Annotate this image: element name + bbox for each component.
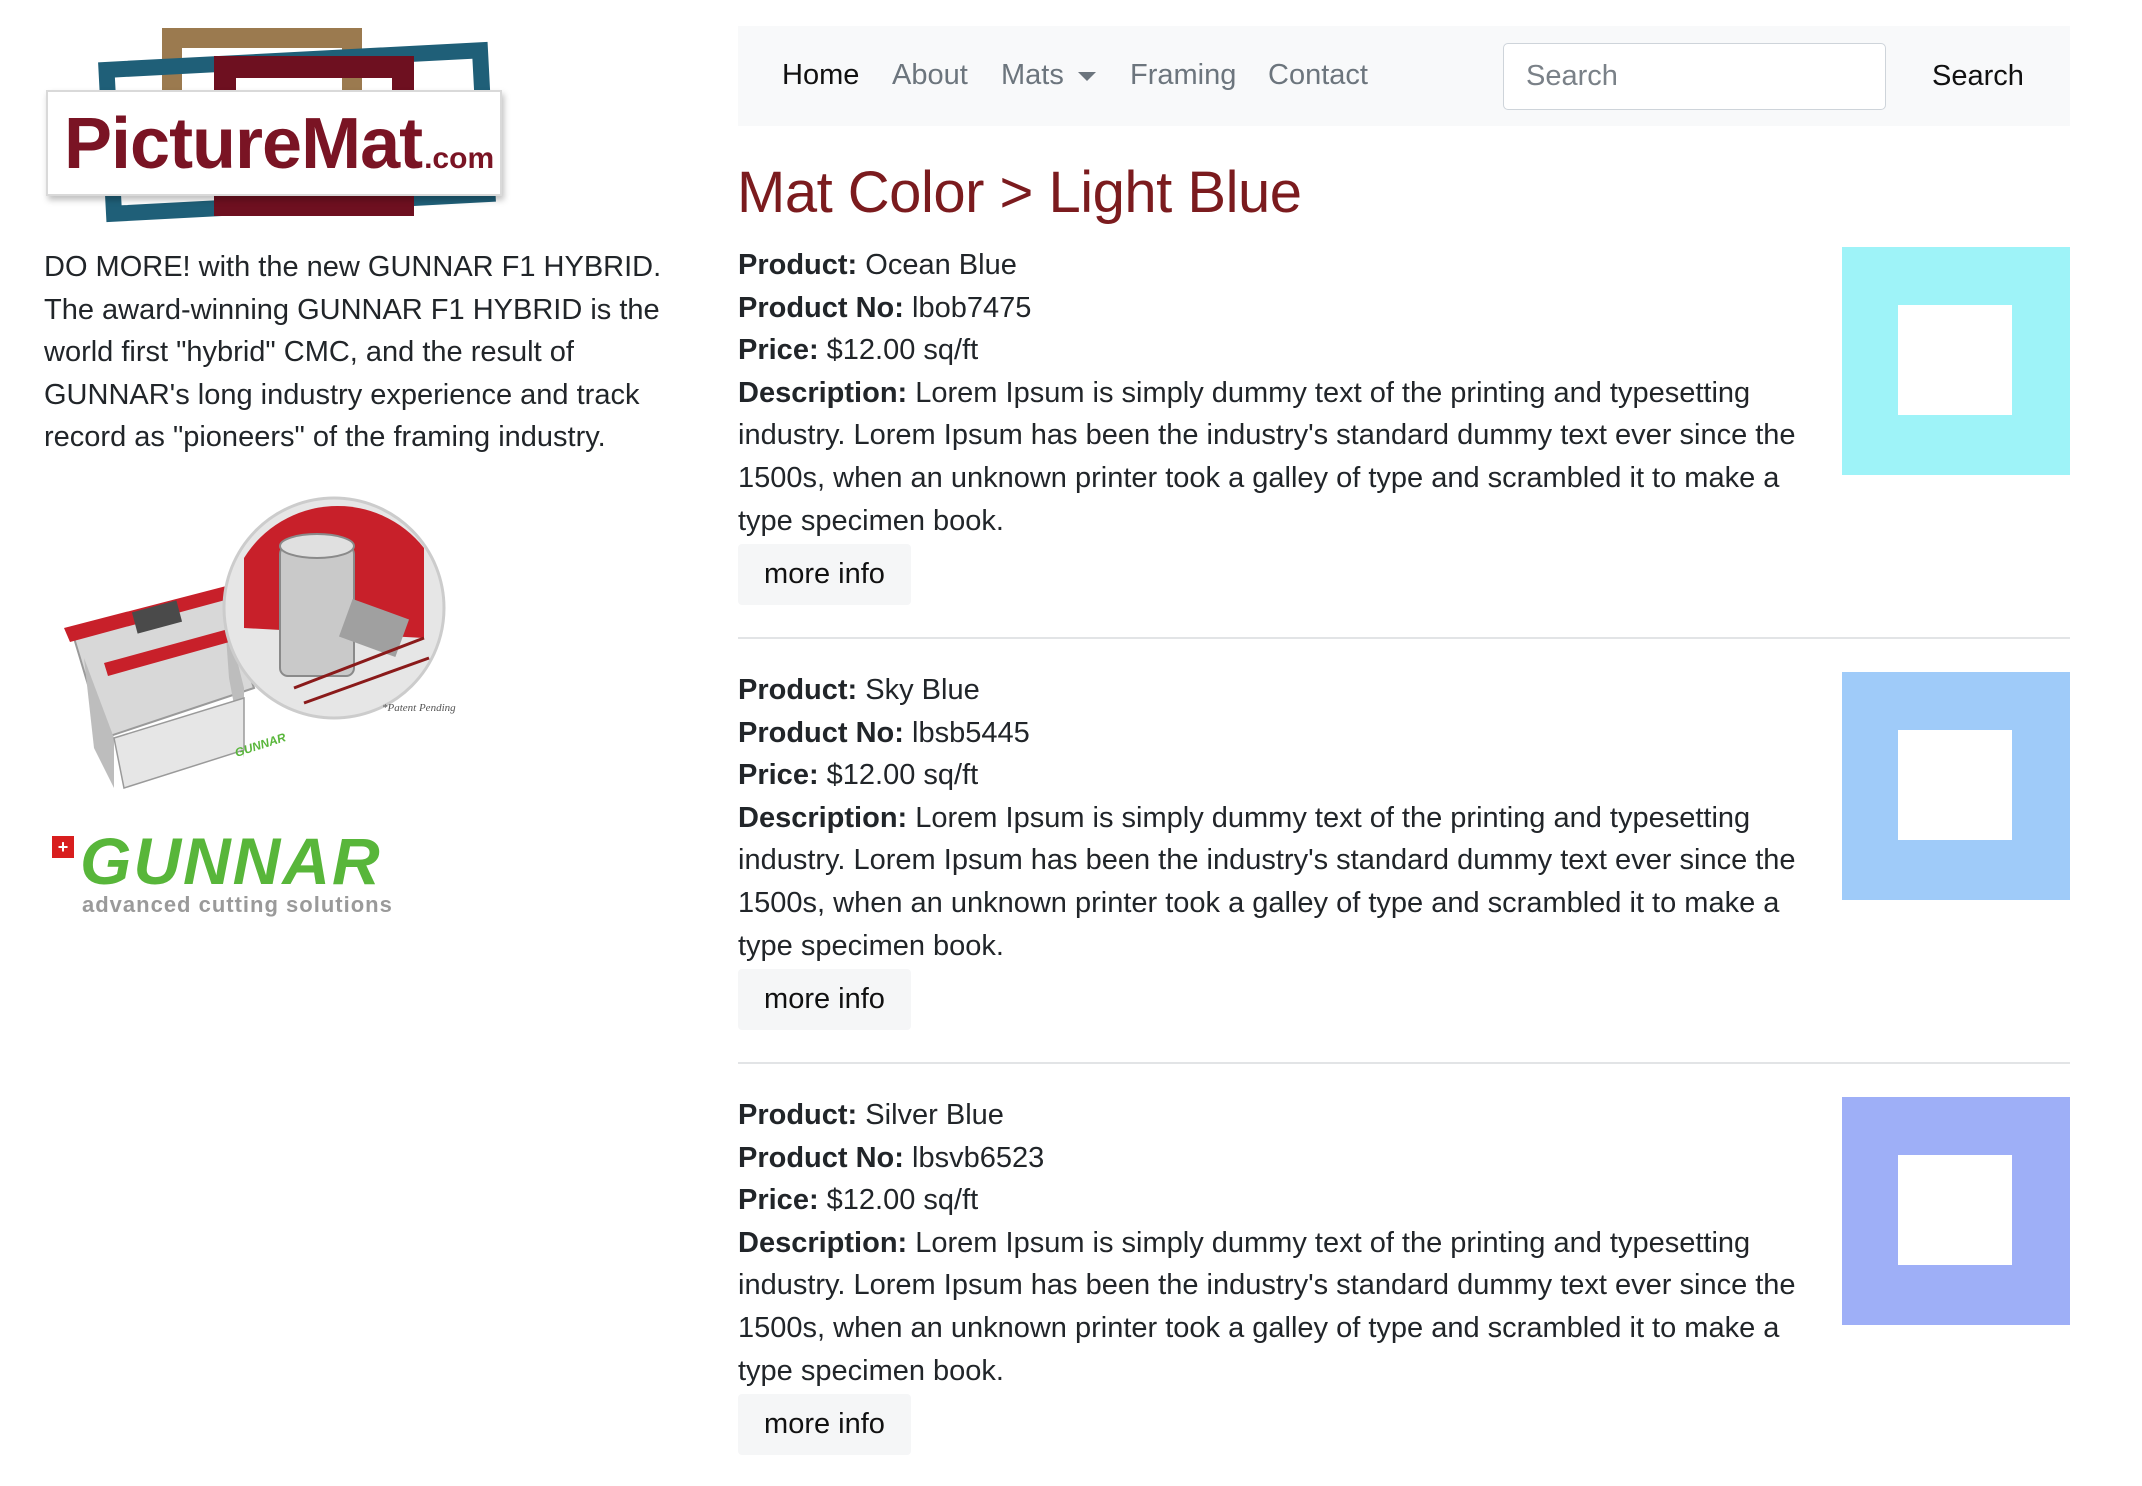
product-divider: [738, 637, 2070, 639]
product-name-label: Product:: [738, 1099, 858, 1131]
product-price: $12.00 sq/ft: [826, 759, 979, 792]
product-price: $12.00 sq/ft: [826, 1184, 979, 1217]
product-number: lbsb5445: [912, 716, 1030, 749]
logo-suffix: .com: [424, 142, 495, 175]
search-button[interactable]: Search: [1908, 43, 2048, 110]
top-navbar: Home About Mats Framing Contact Search: [738, 26, 2070, 126]
gunnar-ad[interactable]: *Patent Pending GUNNAR + GUNNAR advanced…: [44, 488, 464, 928]
product-number-label: Product No:: [738, 1141, 904, 1174]
product-number-row: Product No: lbob7475: [738, 287, 1808, 330]
swatch-window: [1898, 305, 2012, 415]
product-description-label: Description:: [738, 376, 908, 409]
swatch-window: [1898, 1155, 2012, 1265]
product-info: Product: Ocean Blue Product No: lbob7475…: [738, 244, 1808, 542]
product-number-row: Product No: lbsb5445: [738, 712, 1808, 755]
product-divider: [738, 1062, 2070, 1064]
product-price: $12.00 sq/ft: [826, 334, 979, 367]
product-price-row: Price: $12.00 sq/ft: [738, 329, 1808, 372]
product-number: lbob7475: [912, 291, 1032, 324]
product-price-row: Price: $12.00 sq/ft: [738, 754, 1808, 797]
mat-color-swatch[interactable]: [1842, 247, 2070, 475]
nav-home-link[interactable]: Home: [782, 58, 859, 92]
more-info-button[interactable]: more info: [738, 1394, 911, 1455]
logo-plate: PictureMat .com: [46, 90, 502, 196]
product-name-label: Product:: [738, 249, 858, 281]
product-number-label: Product No:: [738, 716, 904, 749]
nav-mats-dropdown[interactable]: Mats: [1001, 58, 1096, 92]
product-info: Product: Silver Blue Product No: lbsvb65…: [738, 1094, 1808, 1392]
product-name: Sky Blue: [865, 674, 980, 706]
caret-down-icon: [1077, 71, 1096, 81]
nav-contact-link[interactable]: Contact: [1268, 58, 1368, 92]
product-price-label: Price:: [738, 1184, 819, 1217]
product-name-row: Product: Sky Blue: [738, 669, 1808, 712]
gunnar-tagline: advanced cutting solutions: [82, 892, 393, 917]
nav-framing-link[interactable]: Framing: [1130, 58, 1236, 92]
product-description-row: Description: Lorem Ipsum is simply dummy…: [738, 1222, 1808, 1392]
product-description-row: Description: Lorem Ipsum is simply dummy…: [738, 797, 1808, 967]
gunnar-wordmark: GUNNAR: [80, 824, 382, 898]
product-name-label: Product:: [738, 674, 858, 706]
product-name-row: Product: Ocean Blue: [738, 244, 1808, 287]
product-number: lbsvb6523: [912, 1141, 1045, 1174]
product-price-label: Price:: [738, 334, 819, 367]
product-price-label: Price:: [738, 759, 819, 792]
page-title: Mat Color > Light Blue: [737, 160, 1302, 225]
mat-color-swatch[interactable]: [1842, 672, 2070, 900]
nav-mats-label: Mats: [1001, 59, 1064, 91]
more-info-button[interactable]: more info: [738, 969, 911, 1030]
nav-about-link[interactable]: About: [892, 58, 968, 92]
mat-color-swatch[interactable]: [1842, 1097, 2070, 1325]
more-info-button[interactable]: more info: [738, 544, 911, 605]
product-number-label: Product No:: [738, 291, 904, 324]
product-name: Silver Blue: [865, 1099, 1004, 1131]
product-description-row: Description: Lorem Ipsum is simply dummy…: [738, 372, 1808, 542]
product-name: Ocean Blue: [865, 249, 1017, 281]
product-price-row: Price: $12.00 sq/ft: [738, 1179, 1808, 1222]
promo-text: DO MORE! with the new GUNNAR F1 HYBRID. …: [44, 251, 662, 454]
product-description-label: Description:: [738, 801, 908, 834]
patent-note: *Patent Pending: [382, 702, 456, 714]
product-info: Product: Sky Blue Product No: lbsb5445 P…: [738, 669, 1808, 967]
swatch-window: [1898, 730, 2012, 840]
mat-cutter-machine-image: [64, 496, 446, 789]
product-description-label: Description:: [738, 1226, 908, 1259]
search-input[interactable]: [1503, 43, 1886, 110]
gunnar-brand-logo: + GUNNAR advanced cutting solutions: [52, 826, 472, 926]
picturemat-logo[interactable]: PictureMat .com: [44, 24, 504, 223]
swiss-flag-icon: +: [52, 836, 74, 858]
product-number-row: Product No: lbsvb6523: [738, 1137, 1808, 1180]
product-name-row: Product: Silver Blue: [738, 1094, 1808, 1137]
logo-wordmark: PictureMat: [64, 104, 423, 184]
